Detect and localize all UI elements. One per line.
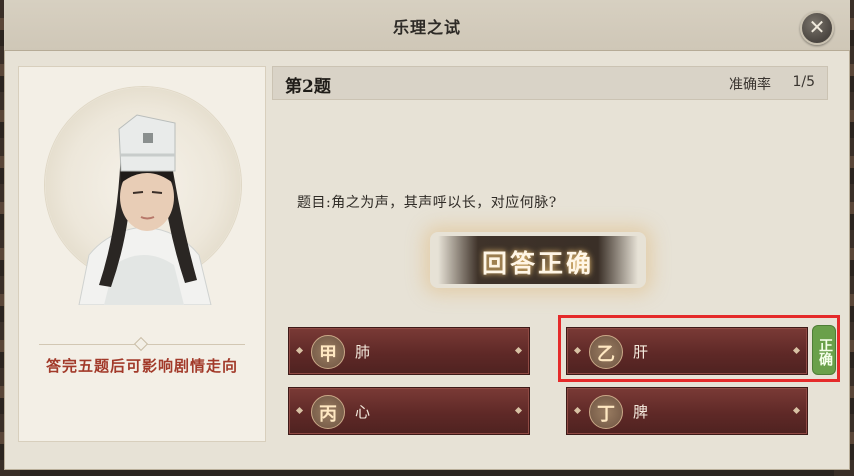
question-text: 题目:角之为声，其声呼以长，对应何脉? <box>297 195 557 211</box>
close-icon: ✕ <box>808 15 826 39</box>
ornament-icon <box>295 406 304 415</box>
portrait-card: 答完五题后可影响剧情走向 <box>18 66 266 442</box>
option-label: 肺 <box>355 343 371 361</box>
ornament-icon <box>514 406 523 415</box>
story-hint: 答完五题后可影响剧情走向 <box>45 357 238 375</box>
option-badge: 丙 <box>311 395 345 429</box>
accuracy-label: 准确率 <box>729 77 771 93</box>
dialog-title: 乐理之试 <box>392 18 461 37</box>
accuracy-value: 1/5 <box>792 74 815 90</box>
title-bar: 乐理之试 ✕ <box>4 0 850 51</box>
divider-ornament <box>133 336 149 352</box>
correct-answer-highlight <box>558 315 840 382</box>
close-button[interactable]: ✕ <box>800 11 834 45</box>
option-badge: 丁 <box>589 395 623 429</box>
ornament-icon <box>295 346 304 355</box>
ornament-icon <box>573 406 582 415</box>
option-badge: 甲 <box>311 335 345 369</box>
result-banner-text: 回答正确 <box>481 249 594 278</box>
option-label: 心 <box>355 403 371 421</box>
option-a-button[interactable]: 甲 肺 <box>288 327 530 375</box>
question-number: 第2题 <box>285 77 331 97</box>
option-c-button[interactable]: 丙 心 <box>288 387 530 435</box>
ornament-icon <box>514 346 523 355</box>
option-d-button[interactable]: 丁 脾 <box>566 387 808 435</box>
question-header: 第2题 准确率 1/5 <box>272 66 828 100</box>
character-portrait <box>78 114 212 305</box>
ornament-icon <box>792 406 801 415</box>
option-label: 脾 <box>633 403 649 421</box>
